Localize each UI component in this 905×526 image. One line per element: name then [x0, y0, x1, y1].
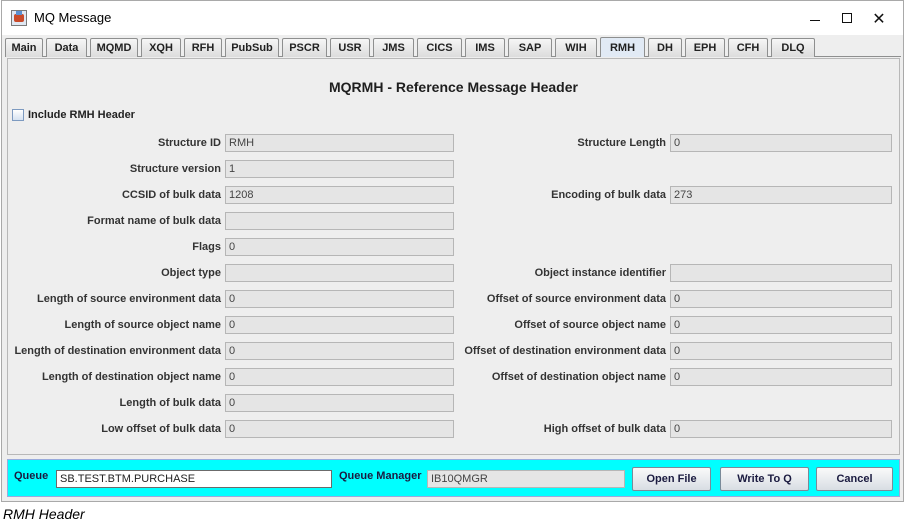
flags-field[interactable]: 0	[225, 238, 454, 256]
tab-cics[interactable]: CICS	[417, 38, 462, 57]
queue-manager-field[interactable]: IB10QMGR	[427, 470, 625, 488]
off-src-obj-field[interactable]: 0	[670, 316, 892, 334]
figure-caption: RMH Header	[3, 506, 85, 522]
encoding-bulk-label: Encoding of bulk data	[551, 189, 666, 201]
structure-length-label: Structure Length	[577, 137, 666, 149]
include-rmh-row[interactable]: Include RMH Header	[12, 109, 135, 121]
write-to-q-button[interactable]: Write To Q	[720, 467, 809, 491]
len-bulk-field[interactable]: 0	[225, 394, 454, 412]
cancel-button[interactable]: Cancel	[816, 467, 893, 491]
panel-title: MQRMH - Reference Message Header	[329, 79, 578, 95]
len-src-env-field[interactable]: 0	[225, 290, 454, 308]
mq-message-window: MQ Message ✕ Main Data MQMD XQH RFH PubS…	[1, 0, 904, 502]
tab-jms[interactable]: JMS	[373, 38, 414, 57]
structure-version-label: Structure version	[129, 163, 221, 175]
tab-eph[interactable]: EPH	[685, 38, 725, 57]
ccsid-bulk-field[interactable]: 1208	[225, 186, 454, 204]
off-dest-env-label: Offset of destination environment data	[464, 345, 666, 357]
tab-dh[interactable]: DH	[648, 38, 682, 57]
queue-manager-label: Queue Manager	[339, 470, 422, 482]
low-offset-label: Low offset of bulk data	[101, 423, 221, 435]
tab-wih[interactable]: WIH	[555, 38, 597, 57]
tab-main[interactable]: Main	[5, 38, 43, 57]
ccsid-bulk-label: CCSID of bulk data	[121, 189, 221, 201]
close-icon: ✕	[872, 8, 886, 28]
tab-dlq[interactable]: DLQ	[771, 38, 815, 57]
tab-rmh[interactable]: RMH	[600, 37, 645, 57]
len-src-obj-field[interactable]: 0	[225, 316, 454, 334]
len-src-env-label: Length of source environment data	[37, 293, 221, 305]
flags-label: Flags	[192, 241, 221, 253]
tab-data[interactable]: Data	[46, 38, 87, 57]
off-src-env-label: Offset of source environment data	[486, 293, 666, 305]
queue-label: Queue	[14, 470, 49, 482]
off-dest-obj-label: Offset of destination object name	[491, 371, 666, 383]
off-dest-obj-field[interactable]: 0	[670, 368, 892, 386]
len-dest-obj-label: Length of destination object name	[41, 371, 221, 383]
len-dest-env-field[interactable]: 0	[225, 342, 454, 360]
structure-id-label: Structure ID	[158, 137, 221, 149]
structure-version-field[interactable]: 1	[225, 160, 454, 178]
tab-mqmd[interactable]: MQMD	[90, 38, 138, 57]
tab-pubsub[interactable]: PubSub	[225, 38, 279, 57]
java-app-icon	[11, 10, 27, 26]
maximize-icon	[842, 13, 852, 23]
tab-sap[interactable]: SAP	[508, 38, 552, 57]
window-title: MQ Message	[34, 10, 112, 25]
len-dest-obj-field[interactable]: 0	[225, 368, 454, 386]
rmh-panel: MQRMH - Reference Message Header Include…	[7, 58, 900, 455]
off-src-obj-label: Offset of source object name	[514, 319, 666, 331]
include-rmh-label: Include RMH Header	[28, 109, 135, 121]
encoding-bulk-field[interactable]: 273	[670, 186, 892, 204]
queue-input[interactable]: SB.TEST.BTM.PURCHASE	[56, 470, 332, 488]
object-type-field[interactable]	[225, 264, 454, 282]
structure-id-field[interactable]: RMH	[225, 134, 454, 152]
off-src-env-field[interactable]: 0	[670, 290, 892, 308]
open-file-button[interactable]: Open File	[632, 467, 711, 491]
tab-ims[interactable]: IMS	[465, 38, 505, 57]
high-offset-field[interactable]: 0	[670, 420, 892, 438]
len-src-obj-label: Length of source object name	[64, 319, 221, 331]
tab-rfh[interactable]: RFH	[184, 38, 222, 57]
object-instance-label: Object instance identifier	[534, 267, 666, 279]
tab-pscr[interactable]: PSCR	[282, 38, 327, 57]
high-offset-label: High offset of bulk data	[543, 423, 666, 435]
structure-length-field[interactable]: 0	[670, 134, 892, 152]
format-name-label: Format name of bulk data	[87, 215, 221, 227]
tab-bar: Main Data MQMD XQH RFH PubSub PSCR USR J…	[5, 37, 901, 57]
close-button[interactable]: ✕	[856, 1, 902, 35]
format-name-field[interactable]	[225, 212, 454, 230]
object-instance-field[interactable]	[670, 264, 892, 282]
tab-xqh[interactable]: XQH	[141, 38, 181, 57]
include-rmh-checkbox[interactable]	[12, 109, 24, 121]
len-bulk-label: Length of bulk data	[119, 397, 221, 409]
queue-footer: Queue SB.TEST.BTM.PURCHASE Queue Manager…	[7, 459, 900, 497]
object-type-label: Object type	[161, 267, 221, 279]
len-dest-env-label: Length of destination environment data	[14, 345, 221, 357]
off-dest-env-field[interactable]: 0	[670, 342, 892, 360]
title-bar[interactable]: MQ Message ✕	[2, 1, 903, 35]
tab-usr[interactable]: USR	[330, 38, 370, 57]
tab-cfh[interactable]: CFH	[728, 38, 768, 57]
minimize-icon	[810, 19, 820, 21]
low-offset-field[interactable]: 0	[225, 420, 454, 438]
